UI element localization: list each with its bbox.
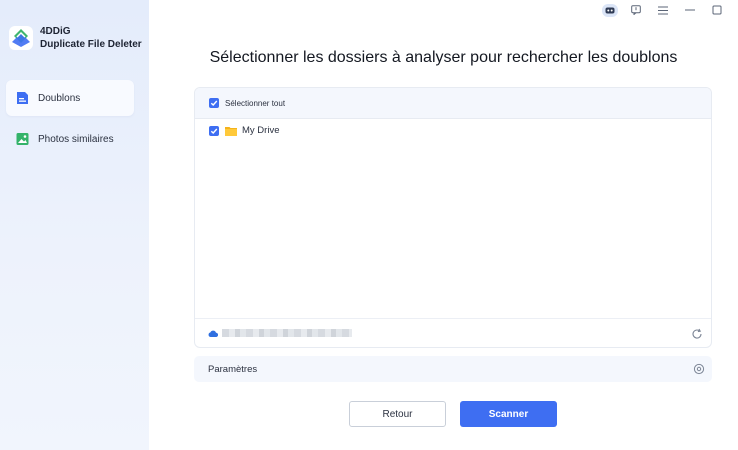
maximize-icon[interactable] — [708, 3, 726, 17]
image-icon — [16, 132, 29, 146]
folder-name[interactable]: My Drive — [242, 125, 279, 136]
cloud-icon — [208, 330, 218, 337]
sidebar-item-label: Photos similaires — [38, 133, 114, 145]
product-name: Duplicate File Deleter — [40, 39, 142, 50]
sidebar-item-label: Doublons — [38, 92, 81, 104]
page-title: Sélectionner les dossiers à analyser pou… — [209, 49, 678, 66]
back-button[interactable]: Retour — [349, 401, 446, 427]
titlebar-controls — [593, 3, 726, 17]
robot-icon[interactable] — [602, 3, 618, 17]
folder-row: My Drive — [209, 125, 279, 136]
refresh-icon[interactable] — [691, 327, 703, 339]
select-all-row: Sélectionner tout — [195, 88, 711, 119]
brand: 4DDiG Duplicate File Deleter — [8, 25, 142, 51]
minimize-icon[interactable] — [681, 3, 699, 17]
app-logo-icon — [8, 25, 34, 51]
scan-button[interactable]: Scanner — [460, 401, 557, 427]
settings-row[interactable]: Paramètres — [194, 356, 712, 382]
folder-selection-panel: Sélectionner tout My Drive — [194, 87, 712, 348]
select-all-checkbox[interactable] — [209, 98, 219, 108]
folder-icon — [225, 126, 237, 136]
path-bar — [195, 318, 711, 347]
folder-checkbox[interactable] — [209, 125, 219, 136]
select-all-label: Sélectionner tout — [225, 98, 286, 108]
blurred-path — [222, 329, 352, 337]
settings-label: Paramètres — [208, 363, 258, 375]
brand-name: 4DDiG — [40, 26, 71, 37]
document-icon — [16, 91, 29, 105]
feedback-icon[interactable] — [627, 3, 645, 17]
sidebar-item-photos-similaires[interactable]: Photos similaires — [6, 121, 134, 157]
sidebar: 4DDiG Duplicate File Deleter Doublons Ph… — [0, 0, 149, 450]
gear-icon[interactable] — [693, 363, 705, 375]
sidebar-item-doublons[interactable]: Doublons — [6, 80, 134, 116]
menu-icon[interactable] — [654, 3, 672, 17]
